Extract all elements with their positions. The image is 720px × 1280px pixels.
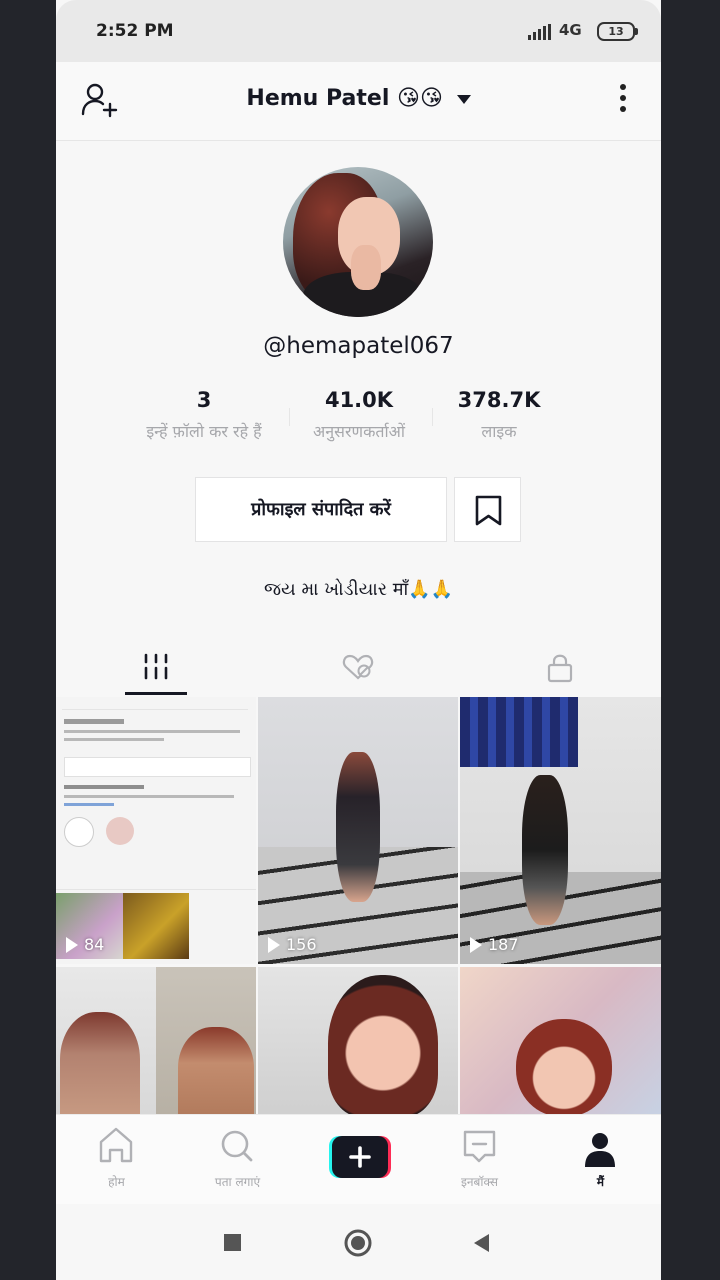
phone-screen: 2:52 PM 4G 13 Hemu Patel 😘😘 @hemapatel06…	[56, 0, 661, 1280]
followers-count: 41.0K	[324, 388, 394, 412]
view-count: 156	[268, 935, 317, 954]
bookmark-icon	[475, 495, 502, 526]
video-thumbnail[interactable]	[56, 967, 156, 1117]
profile-handle: @hemapatel067	[263, 333, 454, 359]
view-count: 187	[470, 935, 519, 954]
signal-icon	[528, 24, 551, 40]
account-switcher[interactable]: Hemu Patel 😘😘	[56, 86, 661, 111]
following-stat[interactable]: 3 इन्हें फ़ॉलो कर रहे हैं	[119, 388, 289, 442]
followers-stat[interactable]: 41.0K अनुसरणकर्ताओं	[289, 388, 429, 442]
home-icon	[99, 1127, 133, 1163]
avatar[interactable]	[283, 167, 433, 317]
profile-bio: જય મા ખોડીયાર माँ🙏🙏	[263, 579, 454, 600]
chevron-down-icon	[456, 94, 471, 104]
followers-label: अनुसरणकर्ताओं	[313, 422, 405, 441]
status-time: 2:52 PM	[96, 21, 174, 41]
nav-discover-label: पता लगाएं	[214, 1175, 261, 1189]
hidden-heart-icon	[342, 654, 374, 680]
more-options-icon[interactable]	[617, 84, 629, 118]
view-count: 84	[66, 935, 104, 954]
video-grid: 84 156 187	[56, 697, 661, 1117]
nav-inbox-label: इनबॉक्स	[460, 1175, 499, 1189]
search-icon	[221, 1130, 253, 1162]
tab-videos[interactable]	[56, 640, 257, 696]
video-thumbnail[interactable]	[460, 967, 661, 1117]
network-type: 4G	[559, 21, 582, 39]
likes-stat[interactable]: 378.7K लाइक	[439, 388, 559, 442]
nav-home-label: होम	[108, 1175, 125, 1189]
following-label: इन्हें फ़ॉलो कर रहे हैं	[146, 422, 262, 441]
play-icon	[268, 936, 280, 953]
nav-profile[interactable]: मैं	[540, 1115, 661, 1205]
video-thumbnail[interactable]	[258, 967, 458, 1117]
nav-home[interactable]: होम	[56, 1115, 177, 1205]
status-bar: 2:52 PM 4G 13	[56, 0, 661, 62]
profile-header: Hemu Patel 😘😘	[56, 62, 661, 141]
create-video-button[interactable]	[329, 1136, 391, 1178]
grid-icon	[144, 653, 168, 680]
video-thumbnail[interactable]: 187	[460, 697, 661, 964]
recents-icon[interactable]	[222, 1232, 244, 1254]
likes-count: 378.7K	[457, 388, 541, 412]
lock-icon	[547, 654, 573, 683]
active-tab-indicator	[125, 692, 187, 695]
account-emoji: 😘😘	[397, 86, 443, 111]
favorites-button[interactable]	[454, 477, 521, 542]
nav-profile-label: मैं	[596, 1175, 605, 1189]
battery-icon: 13	[597, 22, 638, 41]
back-icon[interactable]	[470, 1231, 494, 1255]
content-tabs	[56, 640, 661, 696]
following-count: 3	[196, 388, 212, 412]
tab-private[interactable]	[460, 640, 661, 696]
video-thumbnail[interactable]	[156, 967, 256, 1117]
home-circle-icon[interactable]	[343, 1228, 373, 1258]
edit-profile-button[interactable]: प्रोफाइल संपादित करें	[195, 477, 447, 542]
play-icon	[66, 936, 78, 953]
tab-liked[interactable]	[258, 640, 459, 696]
divider	[432, 408, 433, 426]
profile-stats: 3 इन्हें फ़ॉलो कर रहे हैं 41.0K अनुसरणकर…	[134, 388, 564, 448]
likes-label: लाइक	[481, 422, 517, 441]
nav-discover[interactable]: पता लगाएं	[177, 1115, 298, 1205]
account-name: Hemu Patel	[246, 86, 390, 111]
video-thumbnail[interactable]: 156	[258, 697, 458, 964]
play-icon	[470, 936, 482, 953]
inbox-icon	[463, 1130, 496, 1163]
nav-inbox[interactable]: इनबॉक्स	[419, 1115, 540, 1205]
system-navigation	[56, 1204, 661, 1280]
video-thumbnail[interactable]: 84	[56, 697, 256, 964]
profile-icon	[585, 1133, 615, 1167]
